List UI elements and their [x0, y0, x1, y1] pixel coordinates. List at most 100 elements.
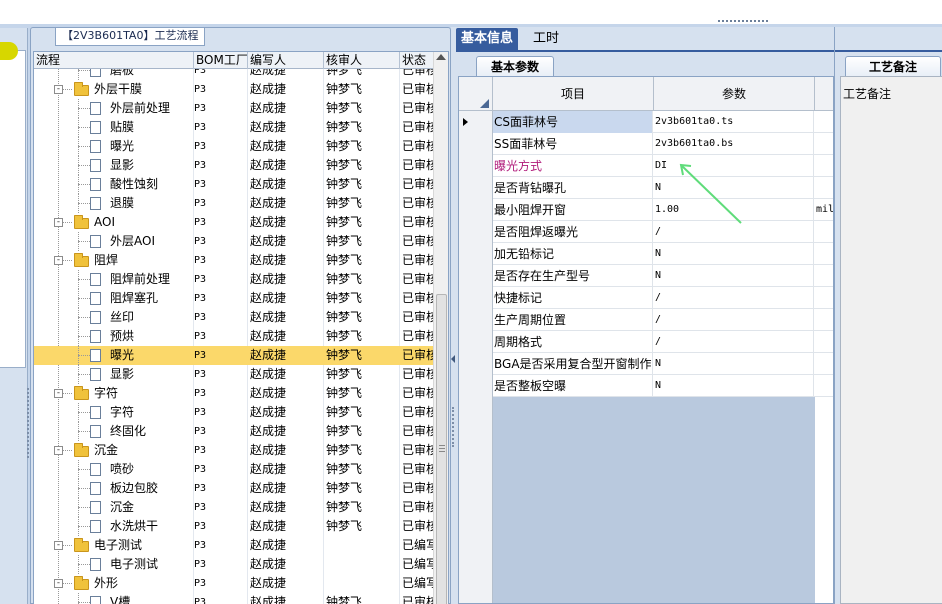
param-value[interactable]: N [654, 375, 814, 397]
table-row[interactable]: 字符 P3 赵成捷 钟梦飞 已审核 [34, 403, 434, 422]
yellow-indicator-icon[interactable] [0, 42, 18, 60]
param-value[interactable]: / [654, 309, 814, 331]
table-row[interactable]: 丝印 P3 赵成捷 钟梦飞 已审核 [34, 308, 434, 327]
table-row[interactable]: 板边包胶 P3 赵成捷 钟梦飞 已审核 [34, 479, 434, 498]
table-row[interactable]: - 阻焊 P3 赵成捷 钟梦飞 已审核 [34, 251, 434, 270]
collapse-toggle-icon[interactable]: - [54, 256, 63, 265]
collapse-left-arrow-icon[interactable] [451, 355, 455, 363]
flow-cell[interactable]: 丝印 [34, 308, 192, 327]
table-row[interactable]: 阻焊塞孔 P3 赵成捷 钟梦飞 已审核 [34, 289, 434, 308]
table-row[interactable]: V槽 P3 赵成捷 钟梦飞 已审核 [34, 593, 434, 604]
flow-cell[interactable]: 水洗烘干 [34, 517, 192, 536]
param-value[interactable]: 1.00 [654, 199, 814, 221]
col-header-flow[interactable]: 流程 [34, 52, 194, 69]
tab-basic-info[interactable]: 基本信息 [456, 28, 519, 50]
table-row[interactable]: 曝光 P3 赵成捷 钟梦飞 已审核 [34, 137, 434, 156]
table-row[interactable]: - 外形 P3 赵成捷 已编写 [34, 574, 434, 593]
row-header[interactable] [459, 353, 493, 375]
table-row[interactable]: 外层AOI P3 赵成捷 钟梦飞 已审核 [34, 232, 434, 251]
table-row[interactable]: 显影 P3 赵成捷 钟梦飞 已审核 [34, 156, 434, 175]
row-header[interactable] [459, 199, 493, 221]
row-header[interactable] [459, 331, 493, 353]
flow-cell[interactable]: 磨板 [34, 69, 192, 80]
flow-cell[interactable]: - 外形 [34, 574, 192, 593]
table-row[interactable]: 退膜 P3 赵成捷 钟梦飞 已审核 [34, 194, 434, 213]
flow-cell[interactable]: 曝光 [34, 137, 192, 156]
table-row[interactable]: 终固化 P3 赵成捷 钟梦飞 已审核 [34, 422, 434, 441]
table-row[interactable]: 水洗烘干 P3 赵成捷 钟梦飞 已审核 [34, 517, 434, 536]
flow-cell[interactable]: 退膜 [34, 194, 192, 213]
param-row[interactable]: SS面菲林号 2v3b601ta0.bs [459, 133, 833, 155]
flow-cell[interactable]: 曝光 [34, 346, 192, 365]
flow-cell[interactable]: 显影 [34, 365, 192, 384]
flow-cell[interactable]: 显影 [34, 156, 192, 175]
row-header[interactable] [459, 287, 493, 309]
table-row[interactable]: 沉金 P3 赵成捷 钟梦飞 已审核 [34, 498, 434, 517]
flow-cell[interactable]: 板边包胶 [34, 479, 192, 498]
flow-cell[interactable]: 预烘 [34, 327, 192, 346]
param-value[interactable]: DI [654, 155, 814, 177]
row-header[interactable] [459, 111, 493, 133]
flow-cell[interactable]: - AOI [34, 213, 192, 232]
collapse-toggle-icon[interactable]: - [54, 218, 63, 227]
collapse-toggle-icon[interactable]: - [54, 541, 63, 550]
row-header[interactable] [459, 243, 493, 265]
scrollbar-thumb[interactable] [436, 294, 447, 604]
row-header[interactable] [459, 177, 493, 199]
param-value[interactable]: N [654, 353, 814, 375]
flow-cell[interactable]: 外层AOI [34, 232, 192, 251]
flow-cell[interactable]: 贴膜 [34, 118, 192, 137]
param-row[interactable]: 曝光方式 DI [459, 155, 833, 177]
flow-cell[interactable]: 阻焊前处理 [34, 270, 192, 289]
tab-work-hours[interactable]: 工时 [528, 28, 564, 50]
tab-basic-params[interactable]: 基本参数 [476, 56, 554, 78]
table-row[interactable]: 显影 P3 赵成捷 钟梦飞 已审核 [34, 365, 434, 384]
collapse-toggle-icon[interactable]: - [54, 446, 63, 455]
param-row[interactable]: 是否存在生产型号 N [459, 265, 833, 287]
table-row[interactable]: - 沉金 P3 赵成捷 钟梦飞 已审核 [34, 441, 434, 460]
tab-process-notes[interactable]: 工艺备注 [845, 56, 941, 78]
col-header-item[interactable]: 项目 [493, 77, 654, 111]
flow-cell[interactable]: - 电子测试 [34, 536, 192, 555]
table-row[interactable]: 阻焊前处理 P3 赵成捷 钟梦飞 已审核 [34, 270, 434, 289]
param-row[interactable]: 周期格式 / [459, 331, 833, 353]
table-row[interactable]: - 电子测试 P3 赵成捷 已编写 [34, 536, 434, 555]
param-row[interactable]: CS面菲林号 2v3b601ta0.ts [459, 111, 833, 133]
param-row[interactable]: BGA是否采用复合型开窗制作 N [459, 353, 833, 375]
col-header-status[interactable]: 状态 [400, 52, 434, 69]
row-header[interactable] [459, 221, 493, 243]
col-header-writer[interactable]: 编写人 [248, 52, 324, 69]
col-header-reviewer[interactable]: 核审人 [324, 52, 400, 69]
vertical-scrollbar[interactable] [433, 52, 448, 604]
row-header[interactable] [459, 309, 493, 331]
table-row[interactable]: 磨板 P3 赵成捷 钟梦飞 已审核 [34, 69, 434, 80]
row-header[interactable] [459, 155, 493, 177]
param-row[interactable]: 加无铅标记 N [459, 243, 833, 265]
collapse-toggle-icon[interactable]: - [54, 579, 63, 588]
table-row[interactable]: 贴膜 P3 赵成捷 钟梦飞 已审核 [34, 118, 434, 137]
param-value[interactable]: 2v3b601ta0.bs [654, 133, 814, 155]
table-row[interactable]: - 外层干膜 P3 赵成捷 钟梦飞 已审核 [34, 80, 434, 99]
flow-cell[interactable]: 电子测试 [34, 555, 192, 574]
flow-cell[interactable]: 喷砂 [34, 460, 192, 479]
param-value[interactable]: N [654, 177, 814, 199]
col-header-bom[interactable]: BOM工厂 [194, 52, 248, 69]
flow-cell[interactable]: 阻焊塞孔 [34, 289, 192, 308]
row-header[interactable] [459, 375, 493, 397]
table-row[interactable]: 预烘 P3 赵成捷 钟梦飞 已审核 [34, 327, 434, 346]
collapse-toggle-icon[interactable]: - [54, 389, 63, 398]
table-row[interactable]: - 字符 P3 赵成捷 钟梦飞 已审核 [34, 384, 434, 403]
top-splitter-grip[interactable] [718, 20, 768, 26]
param-row[interactable]: 生产周期位置 / [459, 309, 833, 331]
flow-cell[interactable]: - 阻焊 [34, 251, 192, 270]
param-value[interactable]: / [654, 221, 814, 243]
param-value[interactable]: 2v3b601ta0.ts [654, 111, 814, 133]
param-row[interactable]: 是否整板空曝 N [459, 375, 833, 397]
flow-cell[interactable]: 酸性蚀刻 [34, 175, 192, 194]
param-value[interactable]: N [654, 243, 814, 265]
flow-cell[interactable]: 外层前处理 [34, 99, 192, 118]
flow-cell[interactable]: V槽 [34, 593, 192, 604]
collapse-toggle-icon[interactable]: - [54, 85, 63, 94]
table-row[interactable]: 酸性蚀刻 P3 赵成捷 钟梦飞 已审核 [34, 175, 434, 194]
scroll-up-arrow-icon[interactable] [436, 54, 446, 60]
